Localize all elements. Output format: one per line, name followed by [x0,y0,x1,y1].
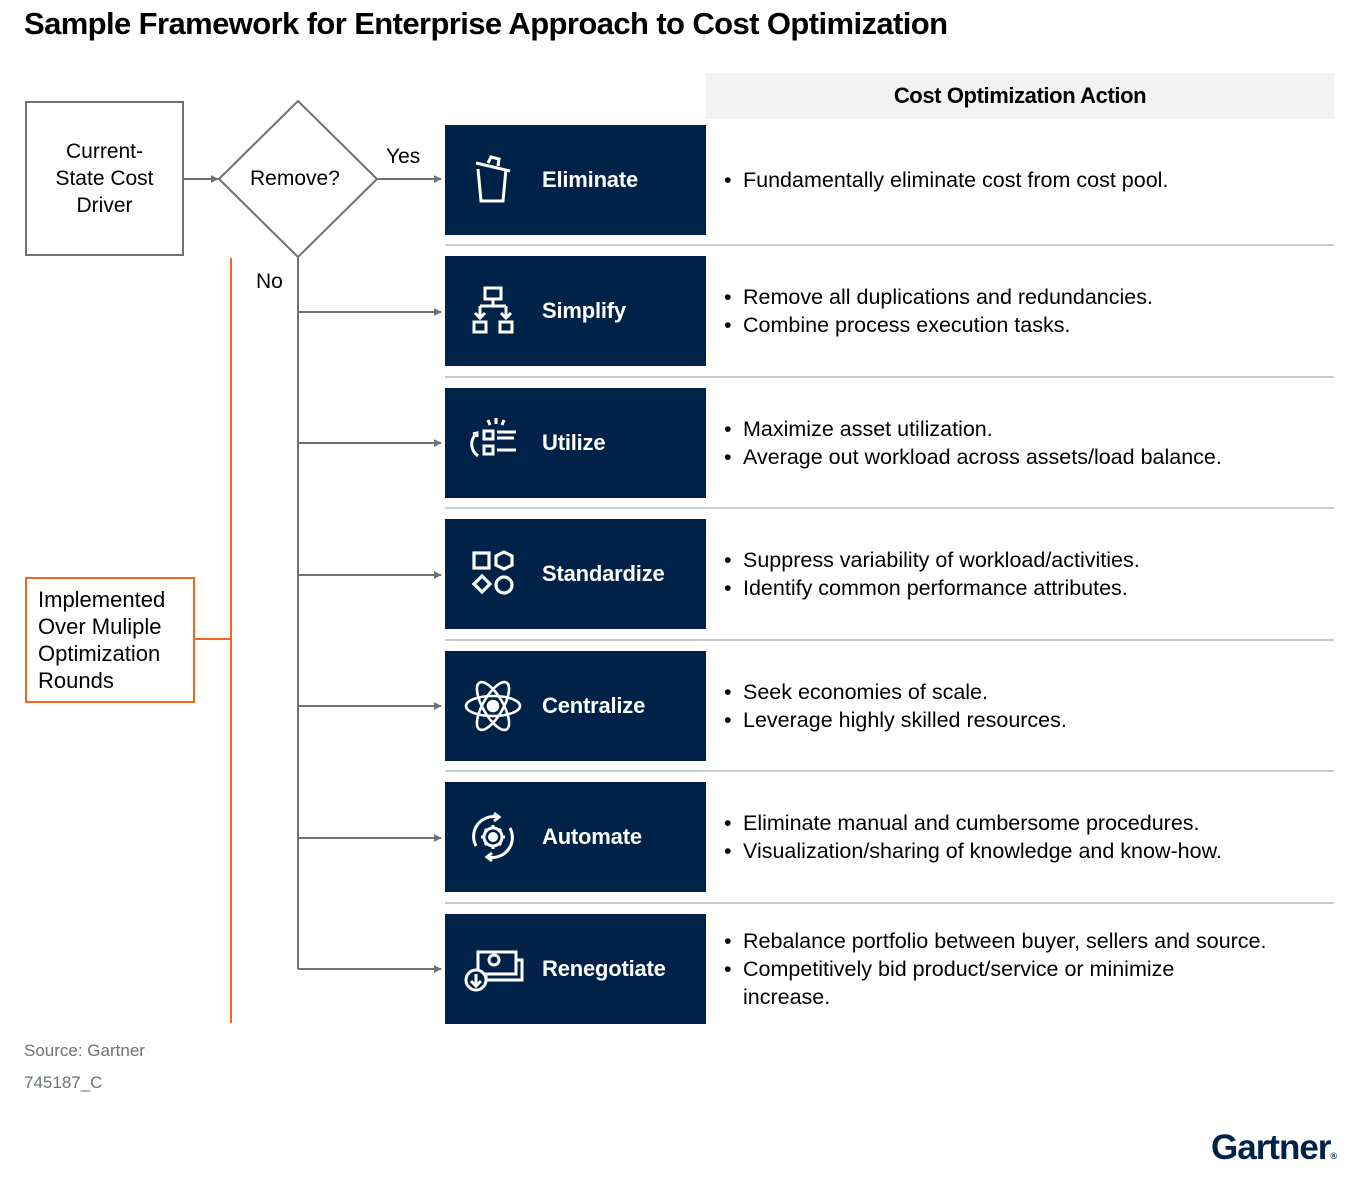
money-download-icon [464,950,524,992]
action-standardize: Standardize [445,519,706,629]
bullet: Maximize asset utilization. [724,415,1344,443]
bullet: Visualization/sharing of knowledge and k… [724,837,1344,865]
action-name: Standardize [542,561,665,586]
logo-text: Gartner [1211,1128,1331,1167]
bullet: Identify common performance attributes. [724,574,1344,602]
current-state-line: Driver [76,194,133,217]
action-eliminate: Eliminate [445,125,706,235]
action-centralize: Centralize [445,651,706,761]
trash-can-icon [475,155,511,203]
row-divider [445,507,1334,509]
list-cycle-icon [470,418,516,458]
action-name: Simplify [542,298,626,323]
action-utilize: Utilize [445,388,706,498]
optimization-rounds-note: Implemented Over Muliple Optimization Ro… [25,577,195,703]
bullet: Remove all duplications and redundancies… [724,283,1344,311]
action-description: Maximize asset utilization. Average out … [724,388,1344,498]
hierarchy-diagram-icon [472,286,514,334]
figure-id: 745187_C [24,1073,103,1092]
action-automate: Automate [445,782,706,892]
decision-label: Remove? [250,167,340,190]
action-name: Centralize [542,693,646,718]
action-name: Renegotiate [542,956,666,981]
action-name: Automate [542,824,642,849]
current-state-node: Current- State Cost Driver [25,101,184,256]
gartner-logo: Gartner® [1211,1128,1337,1168]
registered-mark: ® [1330,1151,1338,1161]
source-note: Source: Gartner [24,1041,145,1060]
action-description: Remove all duplications and redundancies… [724,256,1344,366]
action-description: Fundamentally eliminate cost from cost p… [724,125,1344,235]
bullet: Average out workload across assets/load … [724,443,1344,471]
action-renegotiate: Renegotiate [445,914,706,1024]
action-description: Suppress variability of workload/activit… [724,519,1344,629]
current-state-line: Current- [65,140,144,163]
bullet: Leverage highly skilled resources. [724,706,1344,734]
gear-cycle-icon [472,811,514,863]
action-name: Eliminate [542,167,639,192]
bullet: Seek economies of scale. [724,678,1344,706]
rounds-line: Optimization [38,641,161,666]
action-description: Eliminate manual and cumbersome procedur… [724,782,1344,892]
row-divider [445,902,1334,904]
atom-icon [464,680,522,732]
action-name: Utilize [542,430,606,455]
row-divider [445,639,1334,641]
rounds-line: Over Muliple [38,614,162,639]
bullet: Suppress variability of workload/activit… [724,546,1344,574]
action-simplify: Simplify [445,256,706,366]
bullet: Competitively bid product/service or min… [724,955,1253,1011]
row-divider [445,770,1334,772]
row-divider [445,244,1334,246]
current-state-line: State Cost [55,167,154,190]
bullet: Fundamentally eliminate cost from cost p… [724,166,1344,194]
yes-label: Yes [386,145,421,168]
rounds-line: Implemented [38,587,166,612]
row-divider [445,376,1334,378]
action-description: Seek economies of scale. Leverage highly… [724,651,1344,761]
rounds-line: Rounds [38,668,114,693]
shapes-icon [471,550,514,595]
bullet: Rebalance portfolio between buyer, selle… [724,927,1344,955]
bullet: Eliminate manual and cumbersome procedur… [724,809,1344,837]
bullet: Combine process execution tasks. [724,311,1344,339]
no-label: No [256,270,283,293]
action-description: Rebalance portfolio between buyer, selle… [724,914,1344,1024]
